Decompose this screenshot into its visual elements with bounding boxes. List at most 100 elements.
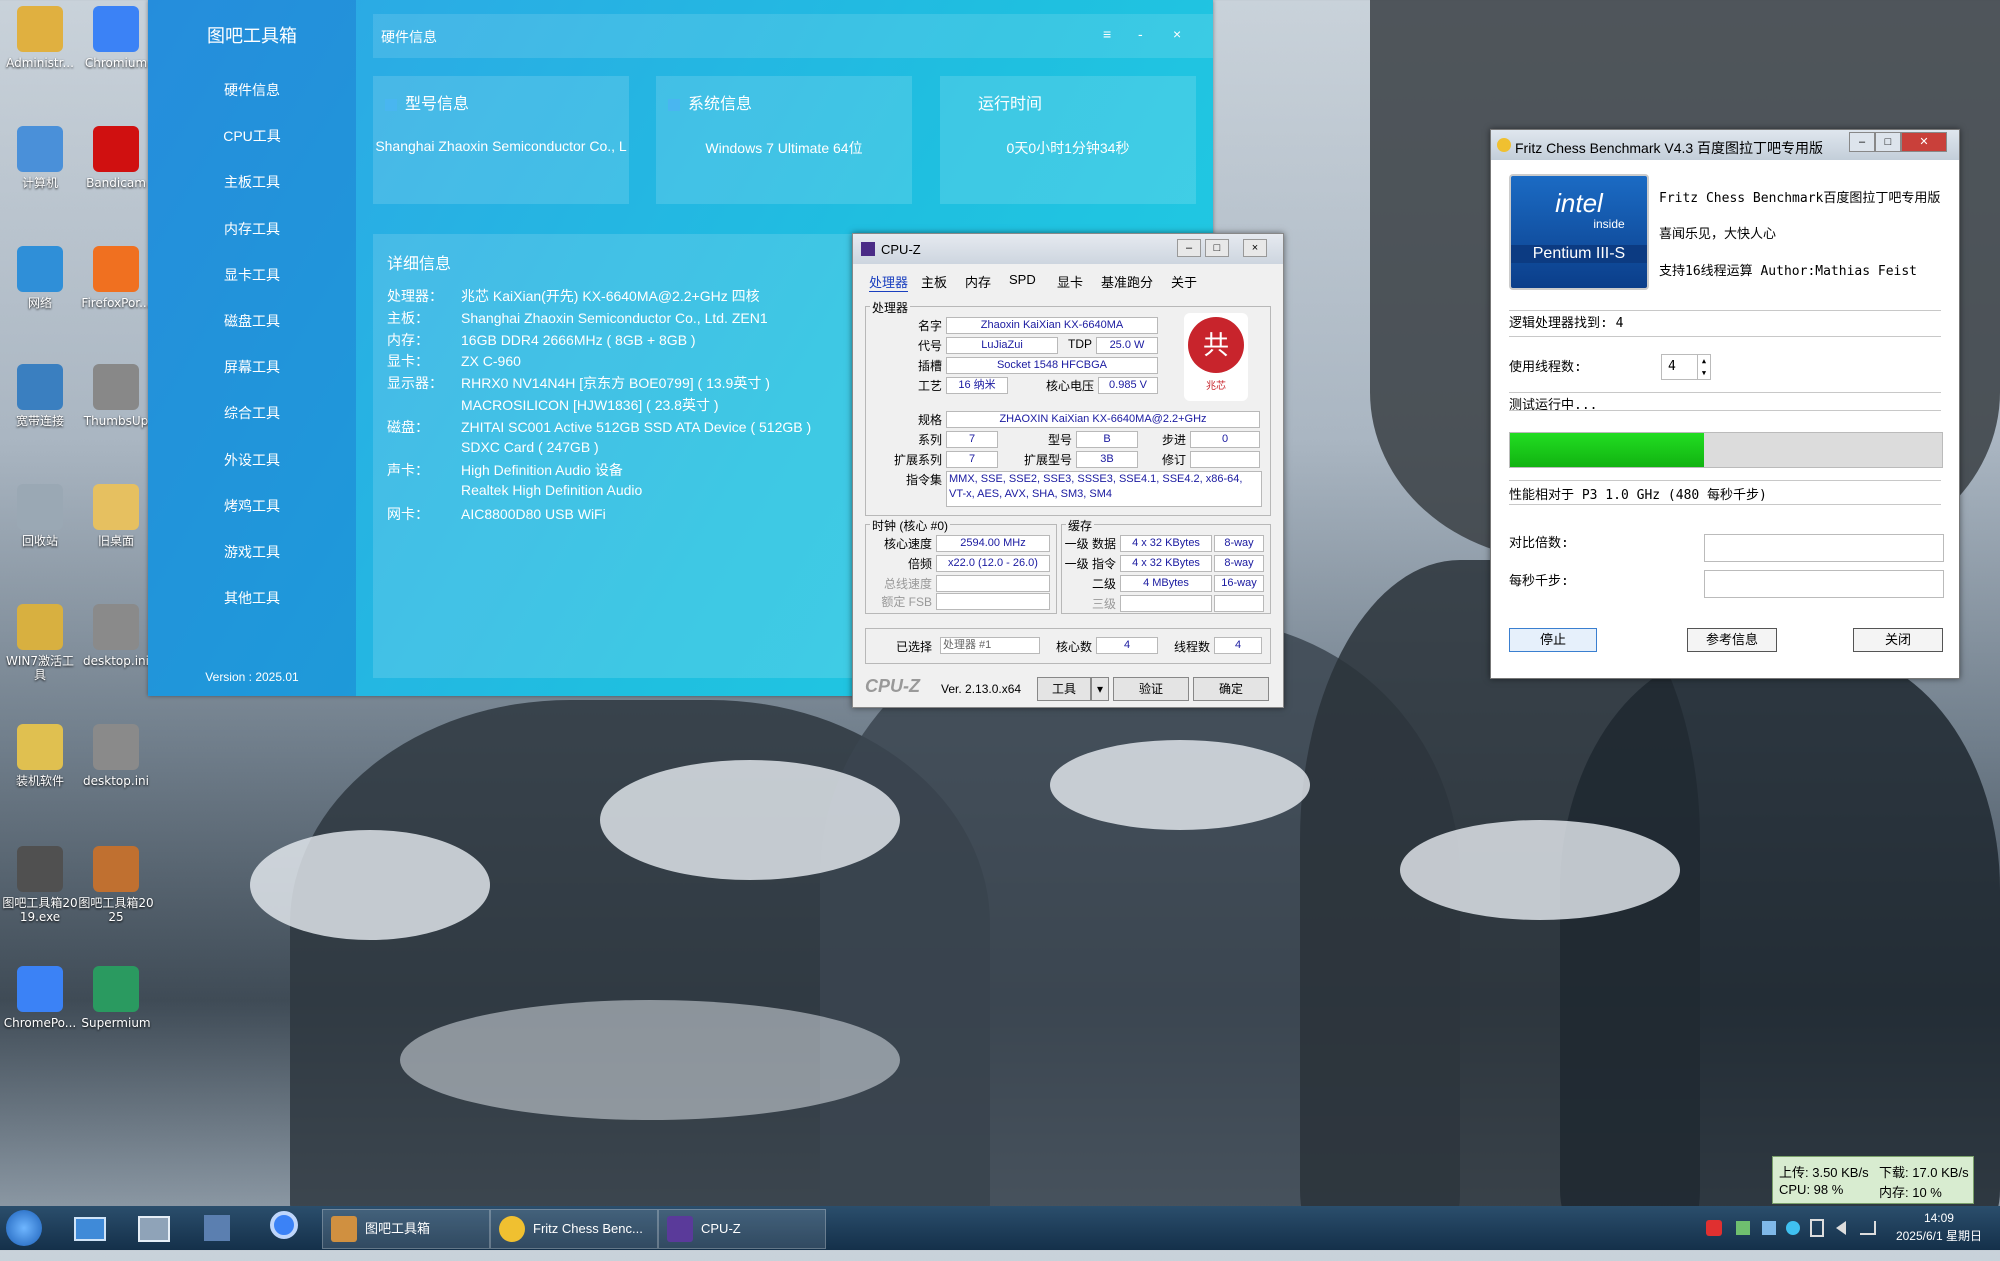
cores-value: 4	[1096, 637, 1158, 654]
sidebar-item[interactable]: 硬件信息	[148, 80, 356, 100]
brand-mark: 兆芯	[1206, 381, 1226, 392]
sidebar-item[interactable]: 烤鸡工具	[148, 496, 356, 516]
sidebar-item[interactable]: 主板工具	[148, 172, 356, 192]
desktop-icon[interactable]: 旧桌面	[76, 484, 156, 548]
desktop-icon[interactable]: ThumbsUp	[76, 364, 156, 428]
tray-app-icon[interactable]	[1762, 1209, 1780, 1247]
wallpaper-snow	[1050, 740, 1310, 830]
tab-6[interactable]: 关于	[1171, 272, 1197, 291]
sidebar-item[interactable]: CPU工具	[148, 126, 356, 146]
sidebar-item[interactable]: 显卡工具	[148, 265, 356, 285]
menu-icon[interactable]: ≡	[1103, 26, 1111, 42]
desktop-icon[interactable]: Chromium	[76, 6, 156, 70]
intel-inside: inside	[1593, 217, 1625, 231]
chevron-down-icon[interactable]: ▾	[1091, 677, 1109, 701]
desktop-icon[interactable]: 宽带连接	[0, 364, 80, 428]
sidebar-item[interactable]: 其他工具	[148, 588, 356, 608]
detail-value: MACROSILICON [HJW1836] ( 23.8英寸 )	[461, 397, 719, 413]
maximize-button[interactable]: □	[1205, 239, 1229, 257]
tuba-page-title: 硬件信息	[381, 29, 437, 45]
ime-icon[interactable]	[1706, 1209, 1724, 1247]
desktop-icon[interactable]: FirefoxPor...	[76, 246, 156, 310]
desktop-icon[interactable]: 图吧工具箱2019.exe	[0, 846, 80, 924]
tab-2[interactable]: 内存	[965, 272, 991, 291]
task-label: 图吧工具箱	[365, 1221, 431, 1236]
desktop-icon[interactable]: desktop.ini	[76, 724, 156, 788]
processor-select[interactable]: 处理器 #1	[940, 637, 1040, 654]
uptime-card: 运行时间 0天0小时1分钟34秒	[940, 76, 1196, 204]
cache-assoc: 8-way	[1214, 535, 1264, 552]
ext-family-value: 7	[946, 451, 998, 468]
task-tuba[interactable]: 图吧工具箱	[322, 1209, 490, 1249]
signal-icon[interactable]	[1860, 1209, 1878, 1247]
network-tool-icon[interactable]	[204, 1209, 240, 1247]
close-button[interactable]: ×	[1173, 26, 1181, 42]
tab-4[interactable]: 显卡	[1057, 272, 1083, 291]
sidebar-item[interactable]: 屏幕工具	[148, 357, 356, 377]
tray-app-icon[interactable]	[1786, 1209, 1804, 1247]
desktop-icon[interactable]: Supermium	[76, 966, 156, 1030]
tools-button[interactable]: 工具	[1037, 677, 1091, 701]
validate-button[interactable]: 验证	[1113, 677, 1189, 701]
desktop-icon-label: 图吧工具箱2019.exe	[2, 896, 78, 924]
detail-key: 主板：	[387, 309, 429, 326]
maximize-button[interactable]: □	[1875, 132, 1901, 152]
tab-1[interactable]: 主板	[921, 272, 947, 291]
voltage-label: 核心电压	[1045, 379, 1094, 393]
sidebar-item[interactable]: 综合工具	[148, 403, 356, 423]
task-cpuz[interactable]: CPU-Z	[658, 1209, 826, 1249]
minimize-button[interactable]: -	[1138, 26, 1143, 42]
desktop-icon-label: Chromium	[84, 56, 148, 70]
close-button[interactable]: ✕	[1901, 132, 1947, 152]
fritz-author: 支持16线程运算 Author:Mathias Feist	[1659, 264, 1918, 279]
desktop-icon[interactable]: 装机软件	[0, 724, 80, 788]
minimize-button[interactable]: –	[1177, 239, 1201, 257]
desktop-icon[interactable]: 计算机	[0, 126, 80, 190]
ext-family-label: 扩展系列	[893, 453, 942, 467]
tab-3[interactable]: SPD	[1009, 272, 1036, 287]
desktop-icon[interactable]: 网络	[0, 246, 80, 310]
sidebar-item[interactable]: 磁盘工具	[148, 311, 356, 331]
bus-speed-value	[936, 575, 1050, 592]
desktop-icon[interactable]: desktop.ini	[76, 604, 156, 668]
threads-spinner[interactable]: 4 ▲ ▼	[1661, 354, 1711, 380]
desktop-icon[interactable]: Administr...	[0, 6, 80, 70]
detail-key: 网卡：	[387, 506, 429, 522]
fsb-label: 额定 FSB	[881, 595, 932, 609]
clocks-group: 时钟 (核心 #0) 核心速度 2594.00 MHz 倍频 x22.0 (12…	[865, 517, 1057, 614]
cpuz-title: CPU-Z	[881, 242, 921, 257]
sidebar-item[interactable]: 外设工具	[148, 450, 356, 470]
tab-5[interactable]: 基准跑分	[1101, 272, 1153, 291]
cache-group: 缓存 一级 数据 4 x 32 KBytes 8-way 一级 指令 4 x 32 KB…	[1061, 517, 1271, 614]
tray-app-icon[interactable]	[1736, 1209, 1754, 1247]
desktop-icon[interactable]: 图吧工具箱2025	[76, 846, 156, 924]
sidebar-item[interactable]: 游戏工具	[148, 542, 356, 562]
explorer-icon[interactable]	[138, 1209, 174, 1247]
minimize-button[interactable]: –	[1849, 132, 1875, 152]
cache-assoc	[1214, 595, 1264, 612]
ext-model-label: 扩展型号	[1023, 453, 1072, 467]
close-dialog-button[interactable]: 关闭	[1853, 628, 1943, 652]
detail-row: 网卡： AIC8800D80 USB WiFi	[387, 504, 606, 524]
desktop-icon[interactable]: 回收站	[0, 484, 80, 548]
socket-value: Socket 1548 HFCBGA	[946, 357, 1158, 374]
cpuz-logo-icon	[861, 242, 875, 256]
close-button[interactable]: ×	[1243, 239, 1267, 257]
ok-button[interactable]: 确定	[1193, 677, 1269, 701]
task-fritz[interactable]: Fritz Chess Benc...	[490, 1209, 658, 1249]
desktop-icon[interactable]: Bandicam	[76, 126, 156, 190]
detail-row: Realtek High Definition Audio	[387, 482, 642, 498]
system-clock[interactable]: 14:09 2025/6/1 星期日	[1896, 1209, 1982, 1245]
spinner-arrows-icon[interactable]: ▲ ▼	[1697, 355, 1710, 379]
reference-info-button[interactable]: 参考信息	[1687, 628, 1777, 652]
volume-icon[interactable]	[1836, 1209, 1854, 1247]
power-icon[interactable]	[1810, 1209, 1828, 1247]
chromium-icon[interactable]	[270, 1209, 306, 1247]
desktop-icon[interactable]: ChromePo...	[0, 966, 80, 1030]
stop-button[interactable]: 停止	[1509, 628, 1597, 652]
sidebar-item[interactable]: 内存工具	[148, 219, 356, 239]
show-desktop-icon[interactable]	[74, 1209, 110, 1247]
start-button[interactable]	[6, 1209, 46, 1247]
tab-0[interactable]: 处理器	[869, 272, 909, 292]
desktop-icon[interactable]: WIN7激活工具	[0, 604, 80, 682]
